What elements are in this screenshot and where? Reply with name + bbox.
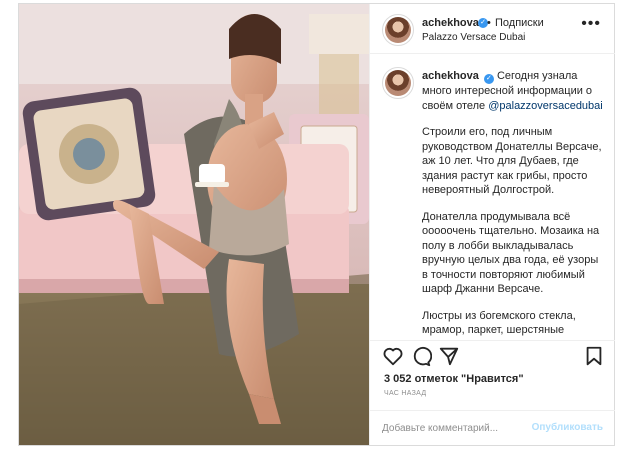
post-actions: 3 052 отметок "Нравится" ЧАС НАЗАД [370,340,615,415]
likes-count[interactable]: 3 052 отметок "Нравится" [384,373,524,385]
publish-button[interactable]: Опубликовать [532,422,603,433]
post-photo[interactable] [19,4,369,445]
instagram-post: achekhova ✓ • Подписки Palazzo Versace D… [18,3,615,446]
comment-input[interactable] [382,418,532,438]
comment-box: Опубликовать [370,410,615,445]
avatar[interactable] [382,14,414,46]
caption-area: achekhova ✓ Сегодня узнала много интересн… [370,55,615,340]
bookmark-icon[interactable] [583,345,605,367]
post-sidebar: achekhova ✓ • Подписки Palazzo Versace D… [369,4,615,445]
caption-avatar[interactable] [382,67,414,99]
comment-icon[interactable] [410,345,432,367]
post-header: achekhova ✓ • Подписки Palazzo Versace D… [370,4,615,54]
caption-text: achekhova ✓ Сегодня узнала много интересн… [422,69,605,340]
following-button[interactable]: Подписки [495,17,544,29]
post-timestamp[interactable]: ЧАС НАЗАД [384,390,426,397]
verified-badge-icon: ✓ [483,74,494,84]
caption-paragraph: Донателла продумывала всё ооооочень тщат… [422,210,600,296]
share-icon[interactable] [438,345,460,367]
location-link[interactable]: Palazzo Versace Dubai [422,32,525,43]
caption-paragraph: Строили его, под личным руководством Дон… [422,126,602,196]
caption-username-link[interactable]: achekhova [422,70,479,82]
username-link[interactable]: achekhova [422,17,479,29]
post-photo-illustration [19,4,369,445]
separator-dot: • [487,17,491,29]
heart-icon[interactable] [382,345,404,367]
mention-link[interactable]: @palazzoversacedubai [488,100,603,112]
caption-paragraph: Люстры из богемского стекла, мрамор, пар… [422,309,576,337]
more-horizontal-icon[interactable]: ••• [581,15,601,33]
